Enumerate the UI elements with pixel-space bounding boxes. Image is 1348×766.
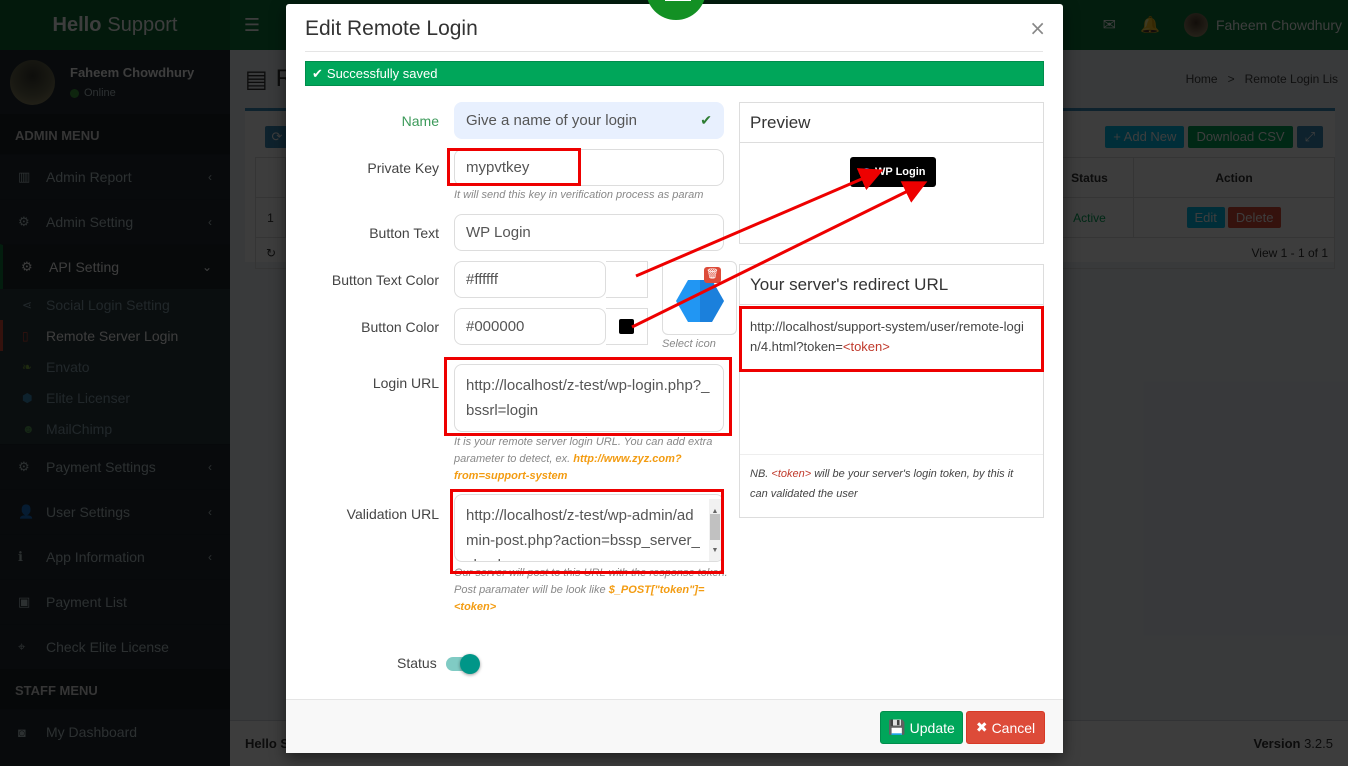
annotation-box — [444, 357, 732, 436]
annotation-box — [739, 306, 1044, 372]
redirect-note: NB. <token> will be your server's login … — [750, 468, 1014, 500]
valid-check-icon: ✔ — [700, 112, 712, 128]
success-alert: ✔ Successfully saved — [305, 61, 1044, 86]
validation-url-label: Validation URL — [346, 506, 439, 522]
private-key-help: It will send this key in verification pr… — [454, 189, 704, 201]
close-icon: ✖ — [975, 719, 988, 735]
save-icon: 💾 — [888, 719, 906, 735]
button-color-input[interactable]: #000000 — [454, 308, 606, 345]
hexagon-icon — [676, 280, 724, 322]
login-url-help: It is your remote server login URL. You … — [454, 436, 713, 482]
close-icon[interactable]: × — [1029, 16, 1046, 40]
name-input[interactable]: Give a name of your login ✔ — [454, 102, 724, 139]
button-text-color-label: Button Text Color — [331, 272, 439, 288]
preview-heading: Preview — [740, 103, 1043, 143]
icon-picker[interactable]: 🗑 — [662, 261, 737, 335]
redirect-heading: Your server's redirect URL — [740, 265, 1043, 305]
text-color-swatch — [619, 272, 634, 287]
login-url-label: Login URL — [372, 375, 439, 391]
text-color-picker[interactable] — [606, 261, 648, 298]
private-key-label: Private Key — [367, 160, 439, 176]
button-text-label: Button Text — [369, 225, 439, 241]
status-toggle[interactable] — [446, 654, 482, 674]
check-icon: ✔ — [312, 65, 323, 81]
name-label: Name — [401, 113, 439, 129]
update-button[interactable]: 💾 Update — [880, 711, 963, 744]
button-text-color-input[interactable]: #ffffff — [454, 261, 606, 298]
hexagon-icon — [862, 167, 871, 177]
button-text-input[interactable]: WP Login — [454, 214, 724, 251]
redirect-url-panel: Your server's redirect URL http://localh… — [739, 264, 1044, 518]
cancel-button[interactable]: ✖ Cancel — [966, 711, 1045, 744]
annotation-box — [450, 489, 724, 574]
trash-icon[interactable]: 🗑 — [704, 267, 721, 283]
modal-footer: 💾 Update ✖ Cancel — [286, 699, 1063, 753]
select-icon-label: Select icon — [662, 338, 716, 350]
button-color-swatch — [619, 319, 634, 334]
modal-title: Edit Remote Login — [305, 17, 478, 40]
button-color-label: Button Color — [361, 319, 439, 335]
preview-panel: Preview WP Login — [739, 102, 1044, 244]
button-color-picker[interactable] — [606, 308, 648, 345]
annotation-box — [447, 148, 581, 186]
preview-login-button[interactable]: WP Login — [850, 157, 936, 187]
status-label: Status — [397, 655, 437, 671]
